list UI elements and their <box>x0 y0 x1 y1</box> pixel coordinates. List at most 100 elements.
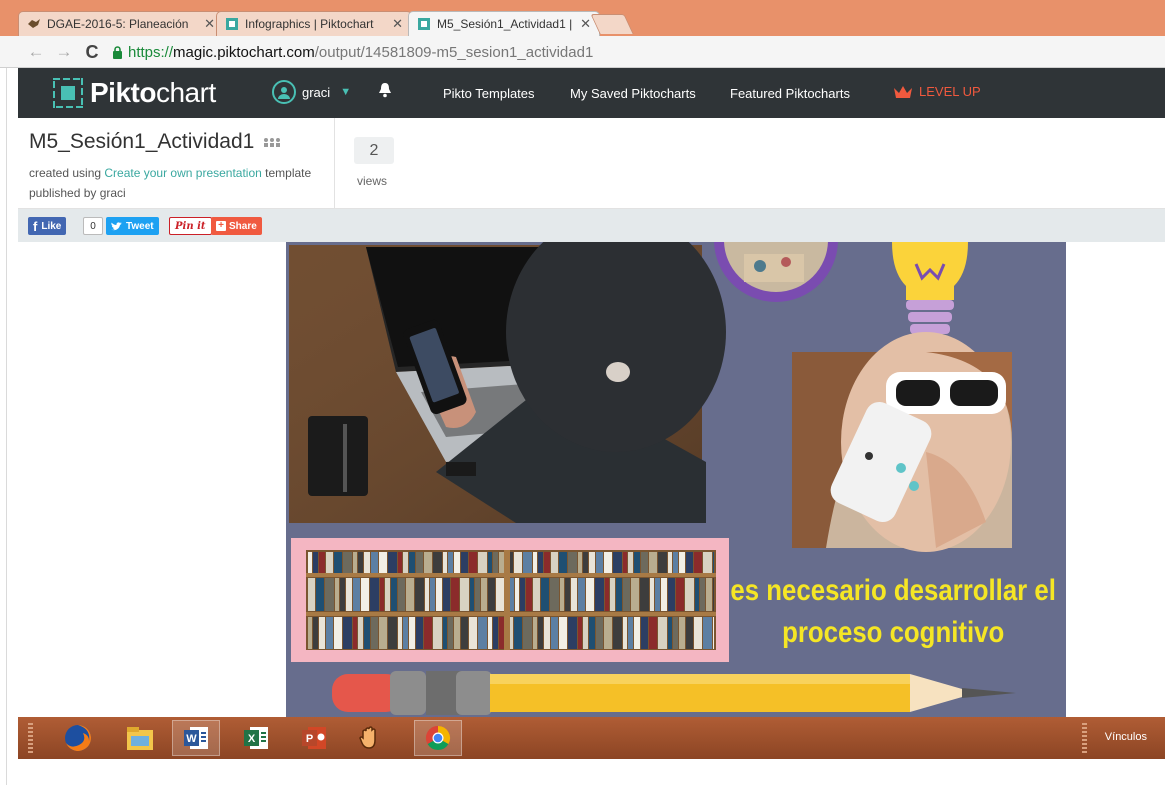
book-spine <box>403 617 408 649</box>
book-spine <box>589 617 595 649</box>
tab-close-icon[interactable]: ✕ <box>580 16 591 32</box>
svg-text:W: W <box>186 733 197 745</box>
book-spine <box>481 578 487 611</box>
facebook-like-button[interactable]: f Like <box>28 217 67 235</box>
book-spine <box>391 578 397 611</box>
book-spine <box>398 552 402 573</box>
book-spine <box>538 617 543 649</box>
book-spine <box>551 617 558 649</box>
template-link[interactable]: Create your own presentation <box>104 166 261 180</box>
nav-featured-piktocharts[interactable]: Featured Piktocharts <box>730 86 850 101</box>
book-spine <box>308 552 312 573</box>
book-spine <box>520 578 525 611</box>
book-spine <box>454 617 460 649</box>
piktochart-logo[interactable]: Piktochart <box>53 77 216 109</box>
book-spine <box>616 578 622 611</box>
facebook-icon: f <box>33 218 38 234</box>
book-spine <box>461 552 468 573</box>
back-icon[interactable]: ← <box>26 42 46 62</box>
book-spine <box>358 552 363 573</box>
book-spine <box>488 578 495 611</box>
book-spine <box>398 617 402 649</box>
book-spine <box>379 552 387 573</box>
book-spine <box>628 617 633 649</box>
book-spine <box>538 552 543 573</box>
book-spine <box>578 578 585 611</box>
book-spine <box>454 552 460 573</box>
nav-pikto-templates[interactable]: Pikto Templates <box>443 86 535 101</box>
excel-icon[interactable]: X <box>232 720 280 756</box>
book-spine <box>313 552 318 573</box>
taskbar-grip-links[interactable] <box>1082 723 1087 753</box>
url-path: /output/14581809-m5_sesion1_actividad1 <box>314 43 594 61</box>
published-by-line: published by graci <box>29 186 126 200</box>
forward-icon[interactable]: → <box>54 42 74 62</box>
chrome-icon[interactable] <box>414 720 462 756</box>
share-button[interactable]: + Share <box>211 217 262 235</box>
tab-infographics[interactable]: Infographics | Piktochart ✕ <box>216 11 412 36</box>
hand-tool-icon[interactable] <box>346 720 394 756</box>
book-spine <box>443 617 447 649</box>
piktochart-logo-icon <box>53 78 83 108</box>
nav-my-saved-piktocharts[interactable]: My Saved Piktocharts <box>570 86 696 101</box>
book-spine <box>433 552 442 573</box>
tab-close-icon[interactable]: ✕ <box>204 16 215 32</box>
book-spine <box>346 578 352 611</box>
bell-icon[interactable] <box>378 82 392 98</box>
word-icon[interactable]: W <box>172 720 220 756</box>
book-spine <box>658 552 667 573</box>
firefox-icon[interactable] <box>54 720 102 756</box>
woman-phone-photo <box>792 332 1012 552</box>
book-spine <box>679 617 685 649</box>
tab-dgae[interactable]: DGAE-2016-5: Planeación ✕ <box>18 11 224 36</box>
book-spine <box>325 578 334 611</box>
book-spine <box>631 578 639 611</box>
tab-title: Infographics | Piktochart <box>245 17 374 31</box>
address-bar[interactable]: https:// magic.piktochart.com /output/14… <box>112 40 1152 64</box>
views-label: views <box>357 174 388 188</box>
book-spine <box>523 617 532 649</box>
book-spine <box>604 552 612 573</box>
book-spine <box>668 617 672 649</box>
links-toolbar-label[interactable]: Vínculos <box>1105 731 1147 743</box>
book-spine <box>623 578 630 611</box>
book-spine <box>694 617 702 649</box>
level-up-link[interactable]: LEVEL UP <box>893 84 981 99</box>
book-spine <box>523 552 532 573</box>
tab-favicon-icon <box>28 19 40 28</box>
book-spine <box>641 617 648 649</box>
book-spine <box>700 578 705 611</box>
book-spine <box>361 578 369 611</box>
book-spine <box>370 578 379 611</box>
book-spine <box>448 552 453 573</box>
book-spine <box>661 578 667 611</box>
content-area: es necesario desarrollar el proceso cogn… <box>18 242 1165 717</box>
book-spine <box>586 578 594 611</box>
taskbar-grip[interactable] <box>28 723 33 753</box>
book-spine <box>623 552 627 573</box>
tweet-button[interactable]: Tweet <box>106 217 159 235</box>
book-spine <box>668 578 675 611</box>
book-spine <box>583 552 588 573</box>
book-spine <box>488 617 492 649</box>
book-spine <box>469 617 477 649</box>
book-spine <box>673 552 678 573</box>
file-explorer-icon[interactable] <box>116 720 164 756</box>
book-spine <box>589 552 595 573</box>
user-menu[interactable]: graci ▼ <box>272 80 351 104</box>
powerpoint-icon[interactable]: P <box>290 720 338 756</box>
light-bulb-icon <box>892 242 968 344</box>
book-spine <box>559 617 567 649</box>
tab-close-icon[interactable]: ✕ <box>392 16 403 32</box>
book-spine <box>713 617 714 649</box>
bookshelf-photo <box>291 538 729 662</box>
book-spine <box>565 578 570 611</box>
book-spine <box>634 617 640 649</box>
book-spine <box>416 617 423 649</box>
tab-active-piktochart[interactable]: M5_Sesión1_Actividad1 | F ✕ <box>408 11 600 36</box>
pin-it-button[interactable]: Pin it <box>169 217 212 235</box>
reload-icon[interactable]: C <box>82 42 102 63</box>
logo-wordmark: Piktochart <box>90 77 216 108</box>
book-spine <box>560 578 564 611</box>
book-spine <box>533 552 537 573</box>
